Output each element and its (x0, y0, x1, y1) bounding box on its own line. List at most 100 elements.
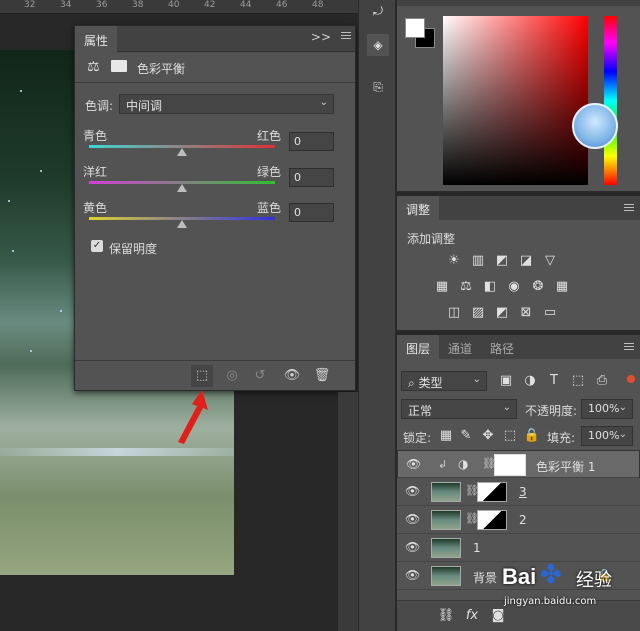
panel-menu-icon[interactable] (624, 204, 634, 213)
clip-to-layer-button[interactable]: ⬚ (191, 365, 213, 387)
visibility-eye-icon[interactable]: 👁 (405, 568, 420, 582)
threshold-icon[interactable]: ◩ (493, 304, 511, 322)
layer-name: 色彩平衡 1 (536, 460, 596, 474)
cyan-red-handle[interactable] (177, 148, 187, 156)
watermark-sub: 经验 (576, 570, 612, 591)
color-panel (397, 0, 640, 192)
vibrance-icon[interactable]: ▽ (541, 252, 559, 270)
adjustment-layer-icon: ◑ (458, 457, 469, 471)
yellow-blue-handle[interactable] (177, 220, 187, 228)
visibility-eye-icon[interactable]: 👁 (405, 512, 420, 526)
visibility-eye-icon[interactable]: 👁 (405, 540, 420, 554)
character-icon[interactable]: ⎘ (367, 76, 389, 98)
blend-mode-value: 正常 (408, 404, 433, 418)
lock-artboard-icon[interactable]: ⬚ (501, 427, 519, 445)
layer-row-3[interactable]: 👁 ⛓ 3 (397, 478, 640, 506)
collapse-icon[interactable]: >> (311, 30, 331, 44)
properties-panel: 属性 >> ⚖ 色彩平衡 色调: 中间调 ⌄ 青色 红色 0 洋红 绿色 0 黄… (74, 25, 356, 391)
layer-row-color-balance[interactable]: 👁 ↲ ◑ ⛓ 色彩平衡 1 (397, 450, 640, 478)
lock-position-icon[interactable]: ✥ (479, 427, 497, 445)
preserve-luminosity-checkbox[interactable]: ✓ (91, 240, 103, 252)
view-previous-state-button[interactable]: ◎ (221, 365, 243, 387)
filter-toggle[interactable] (627, 375, 635, 383)
adjustment-title: 色彩平衡 (137, 62, 186, 76)
panel-menu-icon[interactable] (624, 343, 634, 352)
magenta-green-handle[interactable] (177, 184, 187, 192)
visibility-eye-icon[interactable]: 👁 (281, 365, 303, 387)
foreground-color-swatch[interactable] (405, 18, 425, 38)
hue-saturation-icon[interactable]: ▦ (433, 278, 451, 296)
tab-layers[interactable]: 图层 (397, 335, 440, 359)
fill-input[interactable]: 100% ⌄ (581, 426, 633, 446)
lock-transparent-icon[interactable]: ▦ (437, 427, 455, 445)
tab-properties[interactable]: 属性 (75, 26, 117, 52)
layer-name: 2 (519, 513, 527, 527)
layer-filter-select[interactable]: ⌕ 类型 ⌄ (401, 371, 487, 391)
ruler-tick: 32 (24, 0, 36, 10)
lock-all-icon[interactable]: 🔒 (523, 427, 541, 445)
magenta-green-value[interactable]: 0 (289, 168, 334, 187)
canvas-scrollbar[interactable] (338, 392, 358, 631)
black-white-icon[interactable]: ◧ (481, 278, 499, 296)
delete-trash-icon[interactable]: 🗑 (311, 365, 333, 387)
blend-mode-select[interactable]: 正常 ⌄ (401, 399, 517, 419)
brightness-icon[interactable]: ☀ (445, 252, 463, 270)
3d-cube-icon[interactable]: ◈ (367, 34, 389, 56)
exposure-icon[interactable]: ◪ (517, 252, 535, 270)
balance-scale-icon: ⚖ (87, 59, 100, 75)
watermark-brand: Bai (502, 564, 537, 589)
history-icon[interactable]: ⤾ (367, 0, 389, 22)
hue-slider[interactable] (604, 16, 617, 185)
posterize-icon[interactable]: ▨ (469, 304, 487, 322)
curves-icon[interactable]: ◩ (493, 252, 511, 270)
slider-yellow-label: 黄色 (83, 201, 108, 215)
lock-image-icon[interactable]: ✎ (457, 427, 475, 445)
properties-footer: ⬚ ◎ ↺ 👁 🗑 (75, 360, 355, 390)
photo-filter-icon[interactable]: ◉ (505, 278, 523, 296)
opacity-input[interactable]: 100% ⌄ (581, 399, 633, 419)
filter-pixel-icon[interactable]: ▣ (497, 372, 515, 390)
tab-paths[interactable]: 路径 (481, 335, 524, 359)
layer-row-2[interactable]: 👁 ⛓ 2 (397, 506, 640, 534)
levels-icon[interactable]: ▥ (469, 252, 487, 270)
tab-adjustments[interactable]: 调整 (397, 196, 440, 220)
reset-button[interactable]: ↺ (249, 365, 271, 387)
color-lookup-icon[interactable]: ▦ (553, 278, 571, 296)
layer-name: 3 (519, 485, 527, 499)
tone-label: 色调: (85, 99, 114, 113)
properties-tabbar: 属性 >> (75, 26, 355, 52)
ruler-tick: 46 (276, 0, 288, 10)
spray-streak (0, 448, 234, 456)
tab-channels[interactable]: 通道 (439, 335, 482, 359)
filter-adjustment-icon[interactable]: ◑ (521, 372, 539, 390)
visibility-eye-icon[interactable]: 👁 (405, 484, 420, 498)
clip-arrow-icon: ↲ (438, 458, 448, 471)
gradient-map-icon[interactable]: ▭ (541, 304, 559, 322)
layer-mask-thumbnail[interactable] (477, 510, 507, 530)
filter-type-icon[interactable]: T (545, 372, 563, 390)
color-picker-field[interactable] (443, 16, 588, 185)
layer-mask-thumbnail[interactable] (494, 454, 526, 476)
ruler-tick: 44 (240, 0, 252, 10)
yellow-blue-value[interactable]: 0 (289, 203, 334, 222)
layer-filter-value: 类型 (418, 376, 443, 390)
link-layers-icon[interactable]: ⛓ (437, 607, 455, 625)
filter-smart-object-icon[interactable]: ⎙ (593, 372, 611, 390)
layer-style-fx-icon[interactable]: fx (463, 607, 481, 625)
mascot-avatar (572, 103, 618, 149)
opacity-value: 100% (588, 402, 620, 415)
layer-mask-thumbnail[interactable] (477, 482, 507, 502)
color-balance-icon[interactable]: ⚖ (457, 278, 475, 296)
invert-icon[interactable]: ◫ (445, 304, 463, 322)
panel-menu-icon[interactable] (341, 32, 351, 42)
tone-select[interactable]: 中间调 ⌄ (119, 94, 334, 114)
selective-color-icon[interactable]: ⊠ (517, 304, 535, 322)
droplet (8, 200, 10, 202)
cyan-red-value[interactable]: 0 (289, 132, 334, 151)
annotation-arrow (178, 390, 208, 444)
lock-label: 锁定: (403, 431, 432, 445)
filter-shape-icon[interactable]: ⬚ (569, 372, 587, 390)
channel-mixer-icon[interactable]: ❂ (529, 278, 547, 296)
mask-icon[interactable] (111, 60, 127, 72)
visibility-eye-icon[interactable]: 👁 (406, 457, 421, 471)
